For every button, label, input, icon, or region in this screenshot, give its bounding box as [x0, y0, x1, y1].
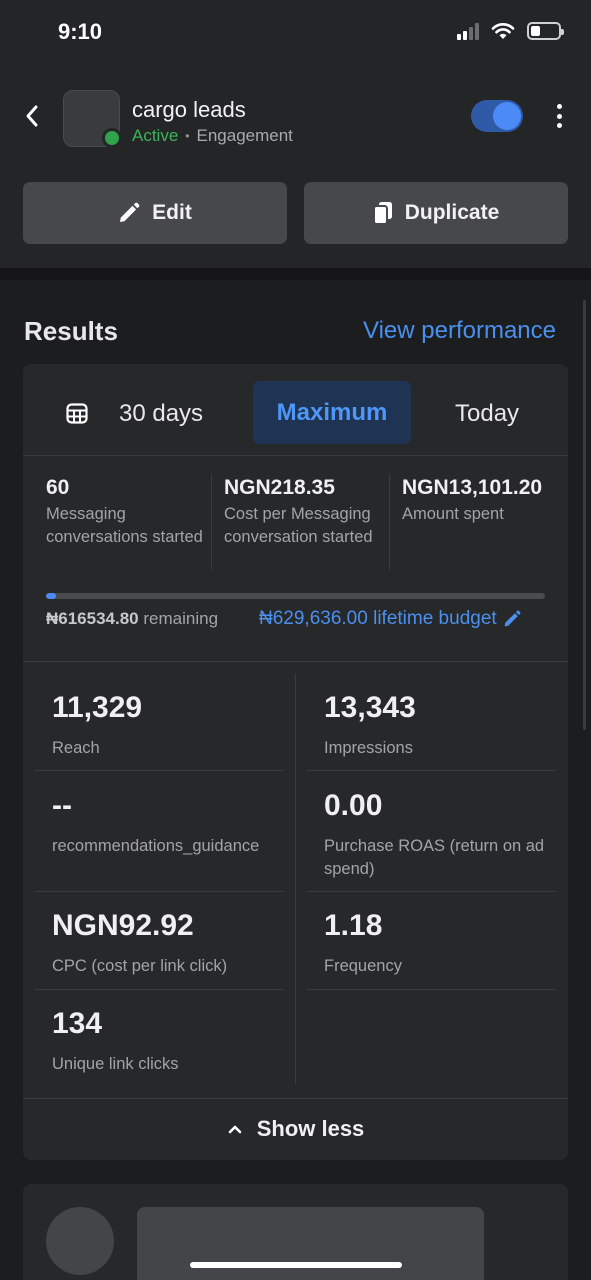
duplicate-button-label: Duplicate — [404, 201, 500, 224]
budget-progress-bar — [46, 593, 545, 599]
budget-progress-fill — [46, 593, 57, 599]
metric-amount-spent: NGN13,101.20 Amount spent — [402, 476, 568, 526]
status-bar: 9:10 — [0, 0, 591, 66]
metric-label: Impressions — [324, 739, 413, 757]
metric-separator — [389, 474, 390, 570]
results-title: Results — [24, 316, 118, 346]
grid-row-divider — [35, 891, 284, 892]
metric-label: Amount spent — [402, 505, 504, 523]
metric-value: NGN92.92 — [52, 909, 194, 942]
metric-recommendations: -- recommendations_guidance — [52, 789, 282, 858]
metric-separator — [211, 474, 212, 570]
ad-avatar — [46, 1207, 114, 1275]
results-card: 30 days Maximum Today 60 Messaging conve… — [23, 364, 568, 1160]
metric-value: 13,343 — [324, 691, 416, 724]
metric-value: NGN13,101.20 — [402, 476, 543, 499]
metric-label: Messaging conversations started — [46, 505, 203, 546]
duplicate-button[interactable]: Duplicate — [304, 182, 568, 244]
metric-label: Frequency — [324, 957, 402, 975]
campaign-header: cargo leads Active • Engagement Edit Dup… — [0, 66, 591, 268]
section-divider — [0, 268, 591, 280]
back-button[interactable] — [18, 100, 46, 132]
separator-dot: • — [185, 129, 190, 143]
metric-messaging-conversations: 60 Messaging conversations started — [46, 476, 211, 549]
campaign-subtitle: Active • Engagement — [132, 126, 293, 146]
grid-row-divider — [307, 989, 556, 990]
chevron-left-icon — [26, 105, 38, 127]
more-options-button[interactable] — [548, 102, 570, 130]
duplicate-icon — [372, 202, 392, 225]
home-indicator — [190, 1262, 402, 1268]
budget-remaining: ₦616534.80 remaining — [46, 609, 218, 629]
status-icons — [457, 22, 564, 40]
battery-icon — [527, 22, 564, 40]
range-divider — [23, 455, 568, 456]
metric-frequency: 1.18 Frequency — [324, 909, 554, 978]
grid-row-divider — [35, 989, 284, 990]
metric-value: 1.18 — [324, 909, 383, 942]
range-today[interactable]: Today — [455, 400, 519, 428]
metric-value: -- — [52, 789, 72, 822]
signal-icon — [457, 22, 479, 40]
edit-button-label: Edit — [152, 201, 192, 224]
remaining-label: remaining — [143, 609, 219, 628]
status-time: 9:10 — [58, 19, 103, 44]
metric-label: CPC (cost per link click) — [52, 957, 228, 975]
metric-label: Reach — [52, 739, 100, 757]
metric-value: 134 — [52, 1007, 103, 1040]
campaign-toggle[interactable] — [471, 100, 523, 132]
metric-value: 11,329 — [52, 691, 143, 724]
show-less-button[interactable]: Show less — [23, 1098, 568, 1160]
metric-impressions: 13,343 Impressions — [324, 691, 554, 760]
remaining-amount: ₦616534.80 — [46, 609, 139, 628]
metric-label: Cost per Messaging conversation started — [224, 505, 373, 546]
metric-purchase-roas: 0.00 Purchase ROAS (return on ad spend) — [324, 789, 556, 881]
metric-label: Unique link clicks — [52, 1055, 179, 1073]
metric-value: 0.00 — [324, 789, 383, 822]
grid-row-divider — [307, 891, 556, 892]
metric-value: NGN218.35 — [224, 476, 335, 499]
calendar-icon[interactable] — [66, 402, 88, 424]
metric-label: Purchase ROAS (return on ad spend) — [324, 837, 545, 878]
campaign-name: cargo leads — [132, 97, 246, 122]
pencil-icon — [504, 610, 521, 627]
toggle-knob — [493, 102, 521, 130]
grid-row-divider — [35, 770, 284, 771]
metric-label: recommendations_guidance — [52, 837, 260, 855]
date-range-selector: 30 days Maximum Today — [23, 364, 568, 456]
metric-value: 60 — [46, 476, 70, 499]
grid-column-separator — [295, 674, 296, 1084]
objective-label: Engagement — [196, 126, 293, 145]
pencil-icon — [120, 202, 140, 222]
range-30-days[interactable]: 30 days — [119, 400, 203, 428]
budget-divider — [23, 661, 568, 662]
metric-cpc: NGN92.92 CPC (cost per link click) — [52, 909, 282, 978]
chevron-up-icon — [228, 1125, 242, 1134]
wifi-icon — [491, 23, 515, 39]
metric-cost-per-conversation: NGN218.35 Cost per Messaging conversatio… — [224, 476, 390, 549]
grid-row-divider — [307, 770, 556, 771]
active-status-dot — [102, 128, 122, 148]
metric-unique-link-clicks: 134 Unique link clicks — [52, 1007, 282, 1076]
ad-preview-thumbnail — [137, 1207, 484, 1280]
show-less-label: Show less — [256, 1116, 365, 1141]
range-maximum[interactable]: Maximum — [253, 381, 411, 444]
edit-button[interactable]: Edit — [23, 182, 287, 244]
view-performance-link[interactable]: View performance — [363, 317, 556, 345]
lifetime-budget-label: ₦629,636.00 lifetime budget — [259, 608, 497, 629]
metric-reach: 11,329 Reach — [52, 691, 282, 760]
lifetime-budget-link[interactable]: ₦629,636.00 lifetime budget — [259, 608, 521, 630]
status-label: Active — [132, 126, 179, 145]
scroll-indicator — [583, 300, 586, 730]
